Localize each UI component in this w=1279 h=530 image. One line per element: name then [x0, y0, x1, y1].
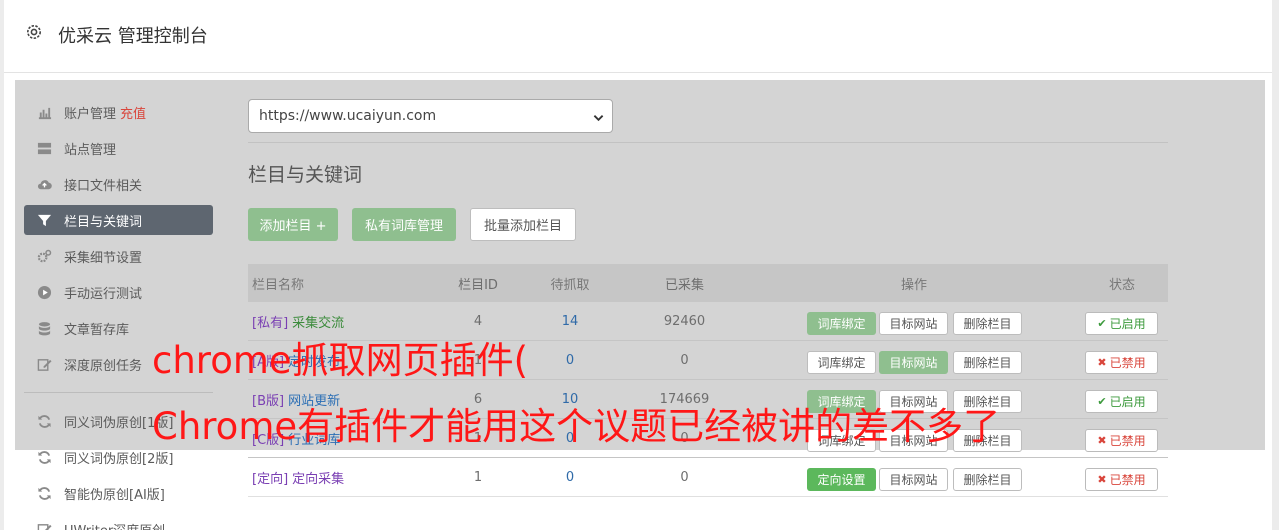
status-label: 已启用	[1109, 395, 1146, 409]
column-id: 4	[473, 313, 483, 329]
check-icon: ✔	[1097, 317, 1107, 330]
pending-count[interactable]: 0	[540, 458, 600, 496]
sidebar-item-collect-settings[interactable]: 采集细节设置	[24, 241, 213, 271]
pending-count[interactable]: 14	[540, 302, 600, 340]
cloud-upload-icon	[24, 177, 64, 192]
target-site-button[interactable]: 目标网站	[879, 468, 948, 491]
target-site-button[interactable]: 目标网站	[879, 351, 948, 374]
sidebar-item-label: 同义词伪原创[2版]	[64, 451, 174, 467]
sidebar-item-label: 站点管理	[64, 142, 117, 158]
refresh-icon	[24, 450, 64, 465]
table-row: [定向] 定向采集 1 0 0 定向设置 目标网站 删除栏目 ✖ 已禁用	[248, 458, 1168, 497]
col-header-pending: 待抓取	[550, 277, 590, 293]
bar-chart-icon	[24, 105, 64, 120]
overlay-caption-line2: Chrome有插件才能用这个议题已经被讲的差不多了	[152, 405, 1001, 448]
sidebar-item-label: 文章暂存库	[64, 322, 130, 338]
sidebar-item-manual-run[interactable]: 手动运行测试	[24, 277, 213, 307]
sidebar-divider	[24, 392, 213, 393]
sidebar-item-label: 栏目与关键词	[64, 214, 143, 230]
sidebar-item-label: 接口文件相关	[64, 178, 143, 194]
status-toggle[interactable]: ✖ 已禁用	[1085, 429, 1158, 452]
column-name: 定向采集	[292, 471, 345, 487]
sidebar-item-account[interactable]: 账户管理 充值	[24, 97, 213, 127]
col-header-id: 栏目ID	[458, 277, 498, 293]
col-header-status: 状态	[1108, 277, 1135, 293]
private-library-button[interactable]: 私有词库管理	[352, 208, 456, 241]
sidebar-item-label: 智能伪原创[AI版]	[64, 487, 165, 503]
database-icon	[24, 321, 64, 336]
delete-column-button[interactable]: 删除栏目	[953, 351, 1022, 374]
sidebar-item-sites[interactable]: 站点管理	[24, 133, 213, 163]
divider	[248, 142, 1168, 143]
col-header-collected: 已采集	[664, 277, 704, 293]
sidebar-item-label: 采集细节设置	[64, 250, 143, 266]
status-label: 已禁用	[1109, 356, 1146, 370]
edit-icon	[24, 522, 64, 530]
delete-column-button[interactable]: 删除栏目	[953, 468, 1022, 491]
collected-count: 92460	[663, 313, 706, 329]
sidebar-item-label: 手动运行测试	[64, 286, 143, 302]
refresh-icon	[24, 414, 64, 429]
site-select-value: https://www.ucaiyun.com	[259, 108, 437, 124]
add-column-button[interactable]: 添加栏目 +	[248, 208, 338, 241]
pending-count[interactable]: 0	[540, 341, 600, 379]
gear-icon	[24, 22, 44, 42]
overlay-caption-line1: chrome抓取网页插件(	[152, 339, 529, 382]
sidebar-item-label: 账户管理	[64, 106, 117, 122]
chevron-down-icon	[593, 111, 604, 122]
collected-count: 0	[680, 352, 689, 368]
table-row: [私有] 采集交流 4 14 92460 词库绑定 目标网站 删除栏目 ✔ 已启用	[248, 302, 1168, 341]
bind-library-button[interactable]: 词库绑定	[807, 351, 876, 374]
filter-icon	[24, 213, 64, 228]
column-type-tag: [私有]	[252, 315, 289, 331]
sidebar-item-interface[interactable]: 接口文件相关	[24, 169, 213, 199]
collected-count: 0	[680, 469, 689, 485]
column-name-cell[interactable]: [定向] 定向采集	[252, 458, 344, 496]
app-header: 优采云 管理控制台	[4, 0, 1272, 73]
batch-add-button[interactable]: 批量添加栏目	[470, 208, 576, 241]
server-icon	[24, 141, 64, 156]
sidebar-item-uwriter[interactable]: UWriter深度原创	[24, 514, 213, 530]
col-header-ops: 操作	[900, 277, 927, 293]
table-header: 栏目名称 栏目ID 待抓取 已采集 操作 状态	[248, 264, 1168, 302]
sidebar-item-ai-original[interactable]: 智能伪原创[AI版]	[24, 478, 213, 508]
bind-library-button[interactable]: 词库绑定	[807, 312, 876, 335]
close-icon: ✖	[1097, 473, 1107, 486]
play-icon	[24, 285, 64, 300]
recharge-link[interactable]: 充值	[120, 103, 146, 122]
status-label: 已禁用	[1109, 473, 1146, 487]
close-icon: ✖	[1097, 434, 1107, 447]
edit-icon	[24, 357, 64, 372]
close-icon: ✖	[1097, 356, 1107, 369]
column-id: 1	[473, 469, 483, 485]
target-site-button[interactable]: 目标网站	[879, 312, 948, 335]
refresh-icon	[24, 486, 64, 501]
sidebar-item-label: 深度原创任务	[64, 358, 143, 374]
status-toggle[interactable]: ✖ 已禁用	[1085, 351, 1158, 374]
column-type-tag: [定向]	[252, 471, 289, 487]
column-name: 采集交流	[292, 315, 345, 331]
col-header-name: 栏目名称	[252, 277, 305, 293]
status-toggle[interactable]: ✔ 已启用	[1085, 312, 1158, 335]
app-title: 优采云 管理控制台	[58, 26, 208, 47]
column-name-cell[interactable]: [私有] 采集交流	[252, 302, 344, 340]
cogs-icon	[24, 249, 64, 264]
direction-settings-button[interactable]: 定向设置	[807, 468, 876, 491]
sidebar-item-label: UWriter深度原创	[64, 520, 165, 530]
check-icon: ✔	[1097, 395, 1107, 408]
site-select[interactable]: https://www.ucaiyun.com	[248, 99, 613, 133]
status-label: 已禁用	[1109, 434, 1146, 448]
status-toggle[interactable]: ✔ 已启用	[1085, 390, 1158, 413]
delete-column-button[interactable]: 删除栏目	[953, 312, 1022, 335]
page-title: 栏目与关键词	[248, 164, 363, 186]
sidebar-item-columns[interactable]: 栏目与关键词	[24, 205, 213, 235]
status-label: 已启用	[1109, 317, 1146, 331]
status-toggle[interactable]: ✖ 已禁用	[1085, 468, 1158, 491]
